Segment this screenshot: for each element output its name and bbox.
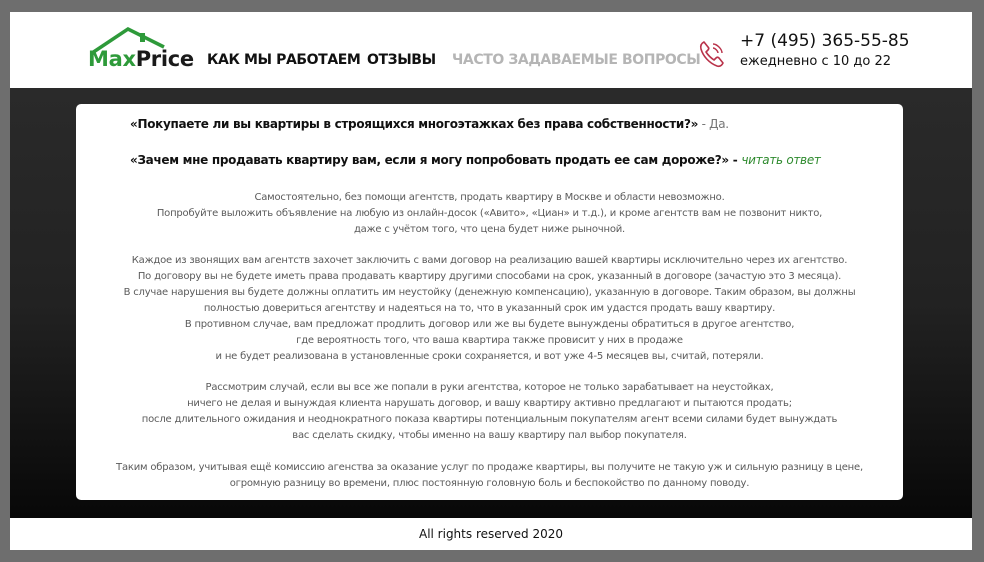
answer-paragraph-4: Таким образом, учитывая ещё комиссию аге… (76, 460, 903, 492)
answer-line: где вероятность того, что ваша квартира … (296, 335, 683, 346)
copyright-text: All rights reserved 2020 (418, 527, 564, 541)
logo-price: Price (135, 47, 194, 71)
answer-line: полностью довериться агентству и надеять… (203, 303, 776, 314)
answer-line: и не будет реализована в установленные с… (215, 351, 764, 362)
answer-1-text: - Да. (698, 117, 730, 131)
site-footer: All rights reserved 2020 (10, 518, 972, 550)
answer-line: В случае нарушения вы будете должны опла… (123, 287, 856, 298)
answer-line: вас сделать скидку, чтобы именно на вашу… (292, 430, 687, 441)
working-hours: ежедневно с 10 до 22 (740, 54, 892, 69)
phone-number[interactable]: +7 (495) 365-55-85 (740, 31, 910, 51)
answer-line: после длительного ожидания и неоднократн… (141, 414, 838, 425)
phone-icon (699, 41, 724, 68)
question-1-text: «Покупаете ли вы квартиры в строящихся м… (130, 117, 699, 131)
answer-paragraph-3: Рассмотрим случай, если вы все же попали… (76, 380, 903, 444)
faq-question-1: «Покупаете ли вы квартиры в строящихся м… (130, 117, 729, 131)
faq-question-2: «Зачем мне продавать квартиру вам, если … (130, 153, 821, 167)
answer-paragraph-2: Каждое из звонящих вам агентств захочет … (76, 253, 903, 365)
answer-paragraph-1: Самостоятельно, без помощи агентств, про… (76, 190, 903, 238)
logo[interactable]: MaxPrice (86, 27, 194, 73)
logo-max: Max (88, 47, 136, 71)
answer-line: В противном случае, вам предложат продли… (184, 319, 795, 330)
nav-faq[interactable]: ЧАСТО ЗАДАВАЕМЫЕ ВОПРОСЫ (452, 52, 701, 68)
nav-how-we-work[interactable]: КАК МЫ РАБОТАЕМ (207, 52, 361, 68)
answer-line: Рассмотрим случай, если вы все же попали… (205, 382, 774, 393)
answer-line: даже с учётом того, что цена будет ниже … (353, 224, 626, 235)
nav-reviews[interactable]: ОТЗЫВЫ (367, 52, 436, 68)
answer-line: Каждое из звонящих вам агентств захочет … (131, 255, 848, 266)
logo-text: MaxPrice (88, 47, 194, 71)
faq-card: «Покупаете ли вы квартиры в строящихся м… (76, 104, 903, 500)
site-header: MaxPrice КАК МЫ РАБОТАЕМ ОТЗЫВЫ ЧАСТО ЗА… (10, 12, 972, 88)
read-answer-link[interactable]: читать ответ (741, 153, 821, 167)
page-frame: MaxPrice КАК МЫ РАБОТАЕМ ОТЗЫВЫ ЧАСТО ЗА… (10, 12, 972, 550)
answer-line: Таким образом, учитывая ещё комиссию аге… (116, 462, 863, 473)
answer-line: По договору вы не будете иметь права про… (137, 271, 842, 282)
question-2-text: «Зачем мне продавать квартиру вам, если … (130, 153, 742, 167)
answer-line: Самостоятельно, без помощи агентств, про… (254, 192, 725, 203)
answer-line: Попробуйте выложить объявление на любую … (156, 208, 823, 219)
answer-line: ничего не делая и вынуждая клиента наруш… (187, 398, 792, 409)
answer-line: огромную разницу во времени, плюс постоя… (229, 478, 750, 489)
